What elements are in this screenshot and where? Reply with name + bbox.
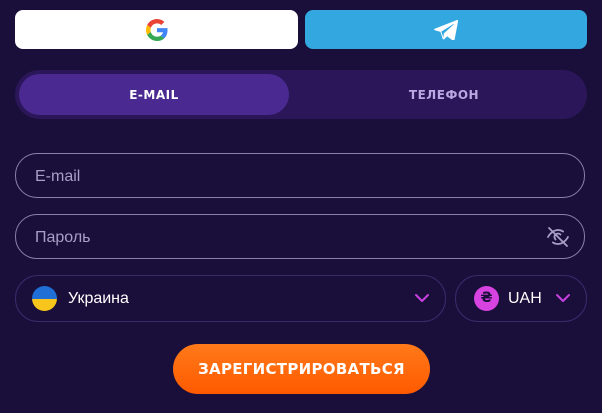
telegram-login-button[interactable]: [305, 10, 587, 49]
tab-phone[interactable]: ТЕЛЕФОН: [305, 74, 583, 115]
ukraine-flag-icon: [32, 286, 57, 311]
currency-label: UAH: [508, 290, 542, 307]
chevron-down-icon: [556, 294, 570, 302]
google-login-button[interactable]: [15, 10, 298, 49]
country-label: Украина: [68, 290, 129, 307]
register-button[interactable]: ЗАРЕГИСТРИРОВАТЬСЯ: [173, 344, 430, 394]
password-field-wrapper: [15, 214, 585, 260]
telegram-icon: [434, 19, 458, 40]
social-login-row: [15, 10, 587, 49]
registration-form: E-MAIL ТЕЛЕФОН Украина ₴ UAH ЗАРЕГИСТРИР…: [0, 0, 602, 413]
country-select[interactable]: Украина: [15, 275, 446, 322]
hryvnia-icon: ₴: [474, 286, 499, 311]
tab-email[interactable]: E-MAIL: [19, 74, 289, 115]
eye-off-icon[interactable]: [546, 225, 570, 249]
google-icon: [145, 18, 168, 41]
chevron-down-icon: [415, 294, 429, 302]
currency-select[interactable]: ₴ UAH: [455, 275, 587, 322]
email-field[interactable]: [33, 154, 537, 199]
auth-method-tabs: E-MAIL ТЕЛЕФОН: [15, 70, 587, 119]
password-field[interactable]: [33, 215, 537, 260]
email-field-wrapper: [15, 153, 585, 199]
